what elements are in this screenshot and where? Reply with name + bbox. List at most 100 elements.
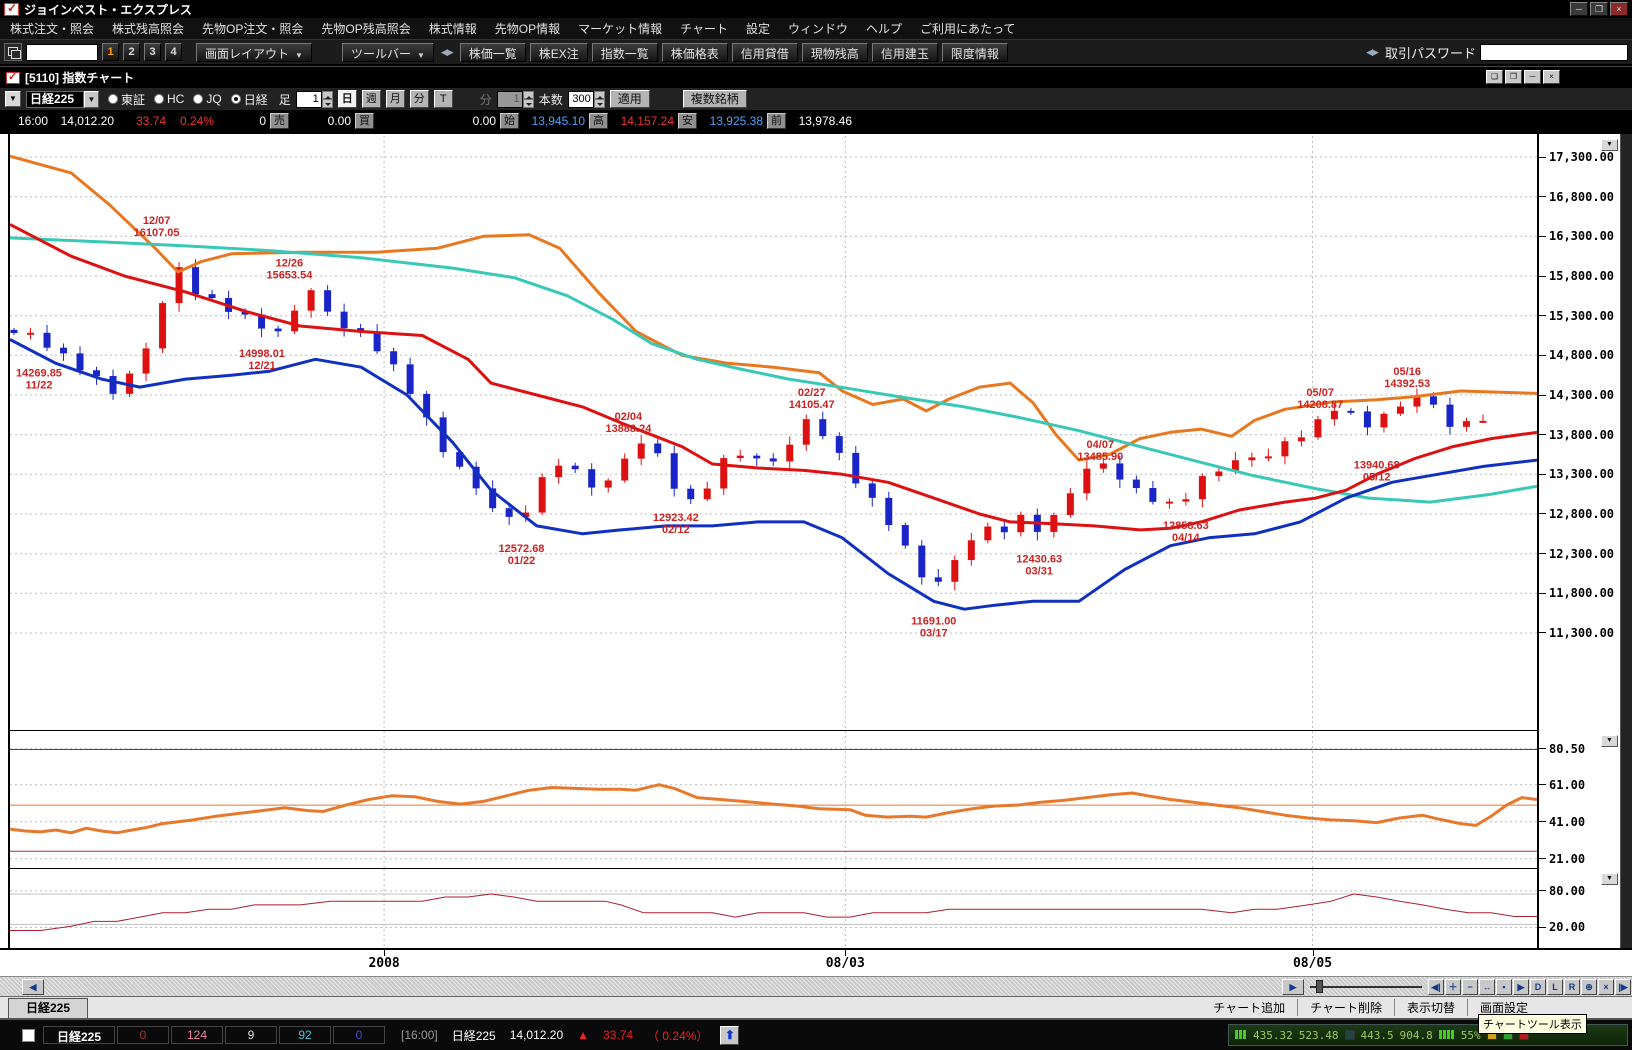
ashi-stepper[interactable]: 1 xyxy=(296,91,333,108)
menu-item-chart[interactable]: チャート xyxy=(680,20,728,37)
count-stepper[interactable]: 300 xyxy=(568,91,605,108)
y-tick-label: 80.00 xyxy=(1549,884,1585,898)
menu-item-settings[interactable]: 設定 xyxy=(746,20,770,37)
code-input[interactable] xyxy=(26,44,98,61)
cash-balance-button[interactable]: 現物残高 xyxy=(802,43,868,62)
menu-item-stock-balance[interactable]: 株式残高照会 xyxy=(112,20,184,37)
delete-chart-button[interactable]: チャート削除 xyxy=(1297,999,1394,1016)
chart-tool-button-7[interactable]: L xyxy=(1547,979,1563,995)
status-bar: 日経225 0 124 9 92 0 [16:00] 日経225 14,012.… xyxy=(0,1018,1632,1050)
quote-list-button[interactable]: 株価一覧 xyxy=(460,43,526,62)
tab-nikkei225[interactable]: 日経225 xyxy=(8,998,88,1018)
y-tick-label: 14,800.00 xyxy=(1549,348,1614,362)
menu-item-futures-balance[interactable]: 先物OP残高照会 xyxy=(321,20,410,37)
cascade-windows-icon[interactable] xyxy=(4,43,22,61)
zoom-slider-thumb[interactable] xyxy=(1316,980,1323,993)
radio-jq[interactable]: JQ xyxy=(193,92,221,106)
apply-button[interactable]: 適用 xyxy=(610,90,650,108)
chart-tool-button-11[interactable]: |▶ xyxy=(1615,979,1631,995)
layout-1-button[interactable]: 1 xyxy=(102,43,119,61)
high-chip: 高 xyxy=(589,113,608,129)
low-value: 13,925.38 xyxy=(701,114,763,128)
chart-tool-button-2[interactable]: − xyxy=(1462,979,1478,995)
minute-value: 1 xyxy=(497,91,523,108)
toggle-display-button[interactable]: 表示切替 xyxy=(1394,999,1467,1016)
spinner-arrows-icon[interactable] xyxy=(594,91,605,108)
trade-password-input[interactable] xyxy=(1480,44,1628,61)
menu-item-help[interactable]: ヘルプ xyxy=(866,20,902,37)
close-window-button[interactable]: × xyxy=(1543,70,1560,84)
period-tick-button[interactable]: T xyxy=(434,90,453,108)
svg-text:12430.6303/31: 12430.6303/31 xyxy=(1016,554,1062,578)
multi-symbol-button[interactable]: 複数銘柄 xyxy=(683,90,747,108)
status-checkbox[interactable] xyxy=(22,1029,35,1042)
chart-tool-button-1[interactable]: ＋ xyxy=(1445,979,1461,995)
restore-window-button[interactable]: ❐ xyxy=(1505,70,1522,84)
chart-tool-button-0[interactable]: ◀| xyxy=(1428,979,1444,995)
period-day-button[interactable]: 日 xyxy=(338,90,357,108)
rsi-panel-dropdown[interactable]: ▼ xyxy=(1601,735,1618,747)
minimize-button[interactable]: ─ xyxy=(1570,2,1588,16)
chart-tool-button-4[interactable]: ▪ xyxy=(1496,979,1512,995)
quote-change: 33.74 xyxy=(114,114,166,128)
close-button[interactable]: × xyxy=(1610,2,1628,16)
limit-info-button[interactable]: 限度情報 xyxy=(942,43,1008,62)
y-tick-label: 15,800.00 xyxy=(1549,269,1614,283)
index-list-button[interactable]: 指数一覧 xyxy=(592,43,658,62)
spinner-arrows-icon xyxy=(523,91,534,108)
restore-button[interactable]: ❐ xyxy=(1590,2,1608,16)
radio-nikkei[interactable]: 日経 xyxy=(231,91,268,108)
chart-tool-button-8[interactable]: R xyxy=(1564,979,1580,995)
psychological-chart[interactable] xyxy=(10,869,1537,950)
spinner-arrows-icon[interactable] xyxy=(322,91,333,108)
stock-ex-order-button[interactable]: 株EX注 xyxy=(530,43,588,62)
margin-loan-button[interactable]: 信用貸借 xyxy=(732,43,798,62)
layout-4-button[interactable]: 4 xyxy=(165,43,182,61)
status-time: [16:00] xyxy=(401,1028,438,1042)
symbol-menu-button[interactable]: ▼ xyxy=(5,91,21,107)
radio-hc[interactable]: HC xyxy=(154,92,184,106)
status-cell-3: 9 xyxy=(225,1026,277,1044)
rsi-chart[interactable] xyxy=(10,731,1537,868)
radio-hc-label: HC xyxy=(167,92,184,106)
grip-icon[interactable]: ◀▶ xyxy=(438,47,456,58)
chart-tool-button-6[interactable]: D xyxy=(1530,979,1546,995)
period-week-button[interactable]: 週 xyxy=(362,90,381,108)
menu-item-stock-info[interactable]: 株式情報 xyxy=(429,20,477,37)
menu-item-market-info[interactable]: マーケット情報 xyxy=(578,20,662,37)
dock-button[interactable]: ❏ xyxy=(1486,70,1503,84)
app-title: ジョインベスト・エクスプレス xyxy=(24,1,192,18)
layout-3-button[interactable]: 3 xyxy=(144,43,161,61)
radio-tosho[interactable]: 東証 xyxy=(108,91,145,108)
right-edge-strip xyxy=(1620,134,1632,950)
chart-tool-button-9[interactable]: ⊕ xyxy=(1581,979,1597,995)
menu-item-futures-info[interactable]: 先物OP情報 xyxy=(495,20,560,37)
menu-item-futures-order[interactable]: 先物OP注文・照会 xyxy=(202,20,303,37)
y-tick-mark xyxy=(1539,395,1546,396)
minimize-window-button[interactable]: ─ xyxy=(1524,70,1541,84)
chart-tool-button-5[interactable]: ▶ xyxy=(1513,979,1529,995)
menu-item-stock-order[interactable]: 株式注文・照会 xyxy=(10,20,94,37)
menu-item-window[interactable]: ウィンドウ xyxy=(788,20,848,37)
period-minute-button[interactable]: 分 xyxy=(410,90,429,108)
symbol-combo[interactable]: 日経225 ▼ xyxy=(26,91,99,108)
menu-item-usage[interactable]: ご利用にあたって xyxy=(920,20,1015,37)
expand-up-button[interactable]: ⬆ xyxy=(720,1026,739,1045)
chart-tool-button-10[interactable]: × xyxy=(1598,979,1614,995)
toolbar-menu-button[interactable]: ツールバー▼ xyxy=(342,43,434,62)
ashi-value: 1 xyxy=(296,91,322,108)
price-table-button[interactable]: 株価格表 xyxy=(662,43,728,62)
add-chart-button[interactable]: チャート追加 xyxy=(1201,999,1297,1016)
toolbar: 1 2 3 4 画面レイアウト▼ ツールバー▼ ◀▶ 株価一覧 株EX注 指数一… xyxy=(0,40,1632,66)
price-chart[interactable]: 14269.8511/2212/0716107.0512/2615653.541… xyxy=(10,136,1537,730)
layout-2-button[interactable]: 2 xyxy=(123,43,140,61)
period-month-button[interactable]: 月 xyxy=(386,90,405,108)
chart-tool-button-3[interactable]: ↔ xyxy=(1479,979,1495,995)
psy-panel-dropdown[interactable]: ▼ xyxy=(1601,873,1618,885)
scroll-left-button[interactable]: ◀ xyxy=(22,979,44,995)
margin-position-button[interactable]: 信用建玉 xyxy=(872,43,938,62)
scroll-right-button[interactable]: ▶ xyxy=(1282,979,1304,995)
grip-icon[interactable]: ◀▶ xyxy=(1363,47,1381,58)
screen-layout-button[interactable]: 画面レイアウト▼ xyxy=(196,43,312,62)
zoom-slider-track[interactable] xyxy=(1310,986,1422,988)
